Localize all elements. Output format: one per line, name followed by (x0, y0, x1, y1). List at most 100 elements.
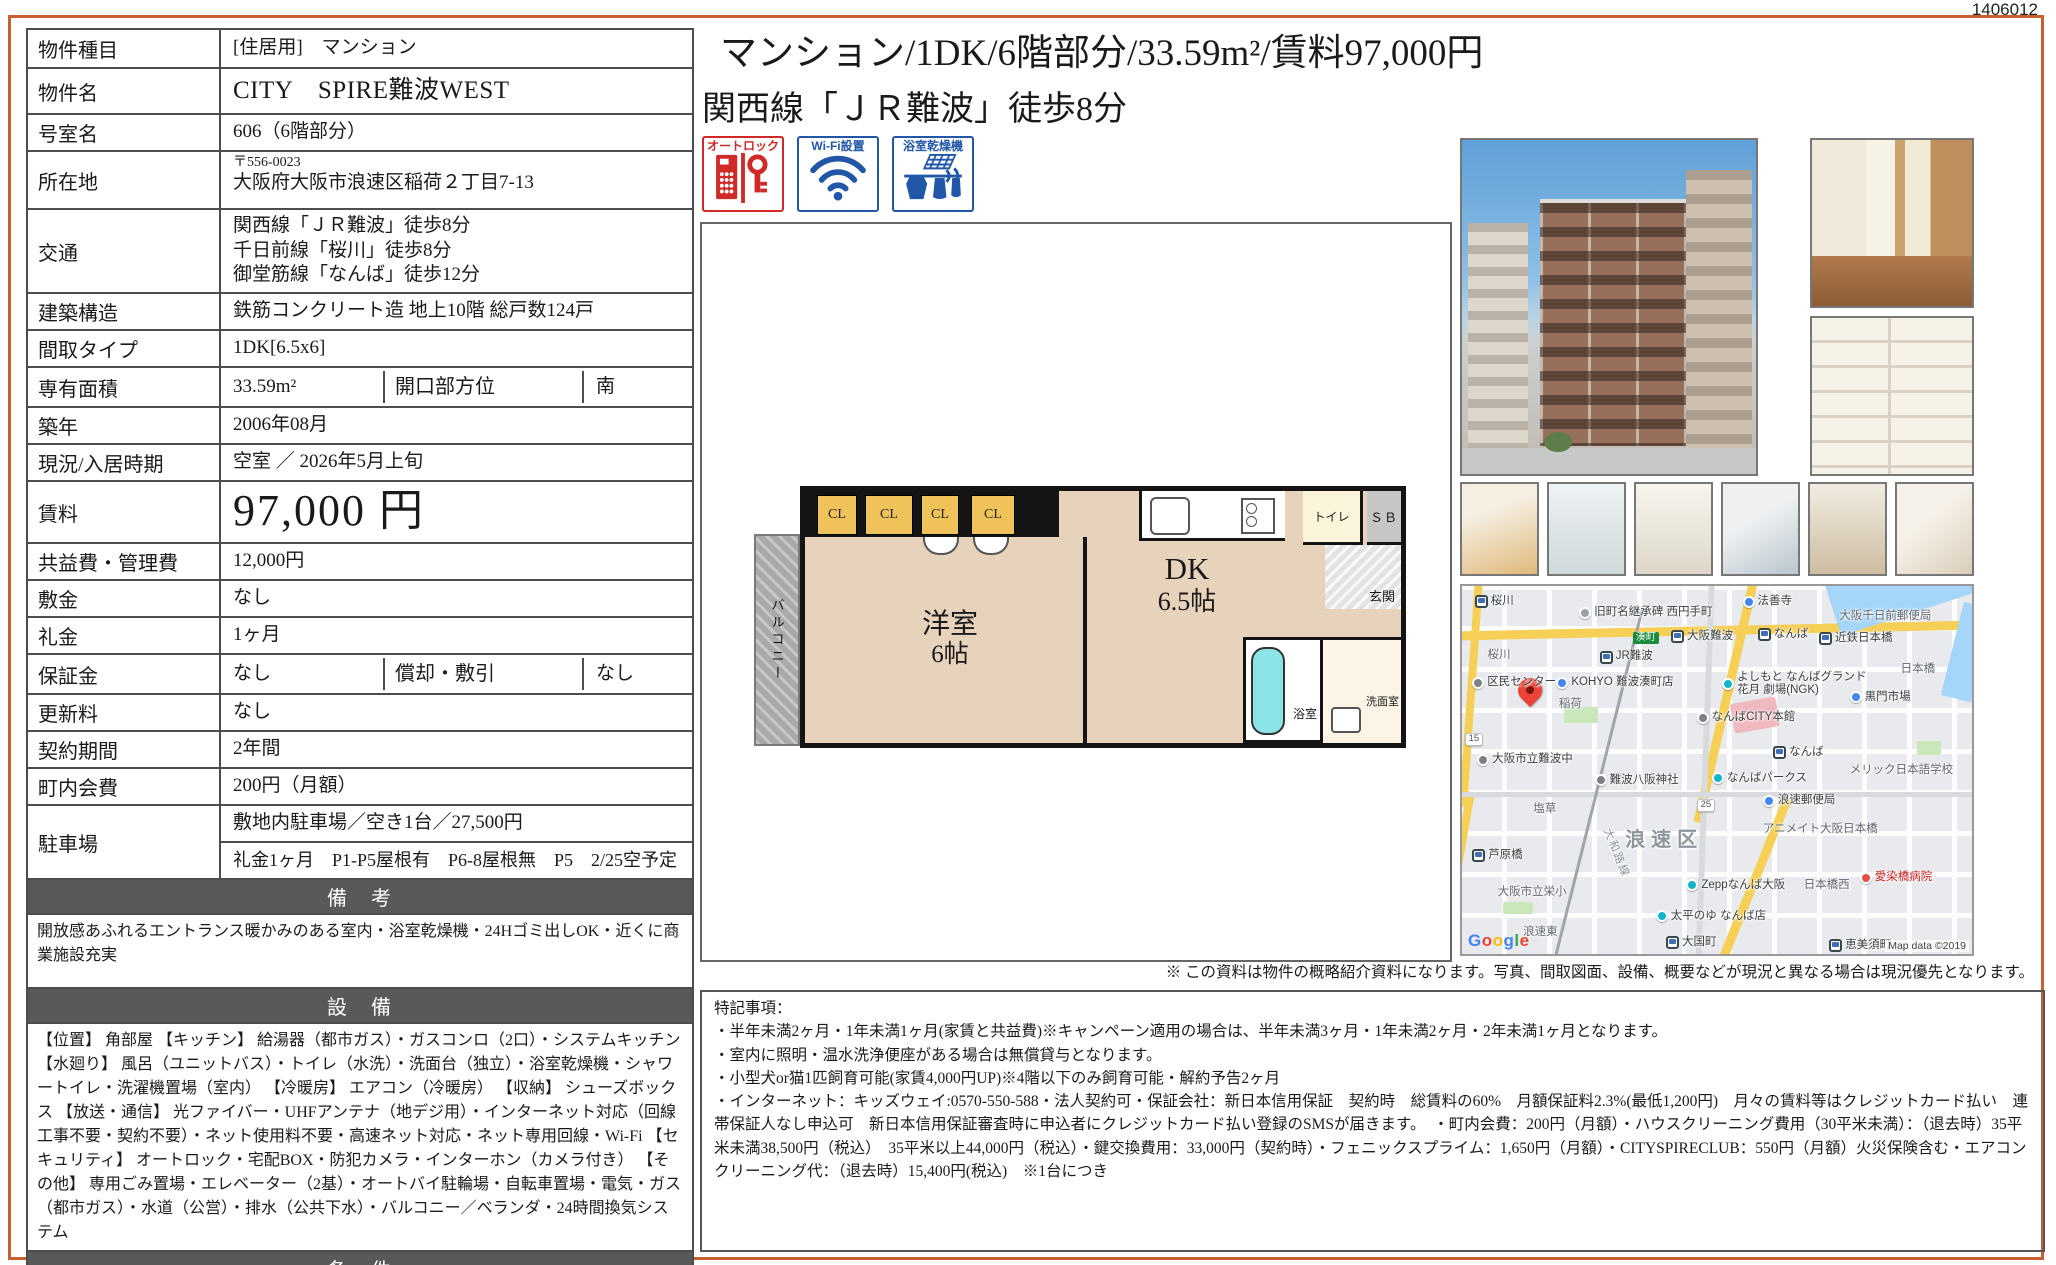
wash-basin (1331, 707, 1361, 733)
map-label-area: メリック日本語学校 (1850, 764, 1954, 777)
station-icon (1829, 939, 1842, 952)
spec-row-18: 駐車場敷地内駐車場／空き1台／27,500円礼金1ヶ月 P1-P5屋根有 P6-… (28, 806, 692, 880)
interior-photo-2 (1634, 482, 1713, 576)
map-label-st: 大国町 (1666, 936, 1717, 949)
washroom-label: 洗面室 (1366, 693, 1399, 709)
map-label-area: 稲荷 (1559, 698, 1582, 711)
room-divider-wall (1083, 537, 1087, 743)
spec-row-2: 号室名606（6階部分） (28, 115, 692, 152)
map-label-st: 近鉄日本橋 (1819, 632, 1893, 645)
spec-label: 敷金 (28, 581, 221, 616)
station-icon (1472, 849, 1485, 862)
map-label-st: 恵美須町 (1829, 939, 1891, 952)
map-road-minor (1462, 792, 1972, 797)
spec-value: 1DK[6.5x6] (221, 331, 692, 366)
poi-icon (1850, 691, 1862, 703)
wifi-feature-badge: Wi-Fi設置 (797, 136, 879, 212)
map-park (1503, 902, 1533, 914)
spec-row-13: 礼金1ヶ月 (28, 618, 692, 655)
spec-value: なし (221, 695, 692, 730)
poi-icon (1595, 774, 1607, 786)
neighbor-building-left (1468, 223, 1528, 448)
spec-label: 建築構造 (28, 294, 221, 329)
spec-value: 鉄筋コンクリート造 地上10階 総戸数124戸 (221, 294, 692, 329)
bathroom-dryer-icon (902, 153, 964, 206)
map-label-poi: 法善寺 (1743, 595, 1793, 608)
map-road (1460, 584, 1483, 807)
spec-label: 保証金 (28, 655, 221, 693)
spec-label: 共益費・管理費 (28, 544, 221, 579)
map-label-poi: Zeppなんば大阪 (1686, 879, 1785, 892)
spec-value: 200円（月額） (221, 769, 692, 804)
spec-sublabel: 償却・敷引 (383, 658, 584, 690)
headline: マンション/1DK/6階部分/33.59m²/賃料97,000円 関西線「ＪＲ難… (702, 22, 1472, 130)
map-label-st: なんば (1758, 628, 1809, 641)
poi-icon (1472, 677, 1484, 689)
floorplan-entrance: 玄関 (1325, 545, 1401, 609)
hospital-icon (1860, 872, 1872, 884)
western-room-size: 6帖 (931, 641, 969, 670)
floorplan-toilet: トイレ (1303, 491, 1363, 545)
spec-value: 12,000円 (221, 544, 692, 579)
spec-label: 町内会費 (28, 769, 221, 804)
spec-row-9: 現況/入居時期空室 ／ 2026年5月上旬 (28, 445, 692, 482)
spec-row-11: 共益費・管理費12,000円 (28, 544, 692, 581)
section-header-0: 備 考 (28, 880, 692, 915)
spec-label: 間取タイプ (28, 331, 221, 366)
wifi-icon (807, 153, 869, 206)
bathroom-dryer-feature-badge: 浴室乾燥機 (892, 136, 974, 212)
spec-value: なし償却・敷引なし (221, 655, 692, 693)
interior-photo-1 (1547, 482, 1626, 576)
street (1462, 448, 1756, 474)
shoe-closet-photo (1810, 316, 1974, 476)
map-label-shield: 25 (1697, 799, 1716, 812)
station-icon (1773, 746, 1786, 759)
headline-summary: マンション/1DK/6階部分/33.59m²/賃料97,000円 (702, 22, 1472, 76)
floorplan-kitchen (1139, 491, 1285, 541)
map-label-poi: 区民センター (1472, 676, 1556, 689)
floorplan-shoe-box: ＳＢ (1367, 491, 1401, 545)
floorplan-balcony: バルコニー (754, 534, 800, 746)
map-label-st: 芦原橋 (1472, 849, 1523, 862)
map-label-area: 塩草 (1533, 803, 1556, 816)
poi-icon (1743, 596, 1755, 608)
floorplan-box: バルコニー CLCLCLCL トイレ ＳＢ 玄関 洋室 6帖 (700, 222, 1452, 962)
spec-label: 賃料 (28, 482, 221, 542)
station-icon (1671, 630, 1684, 643)
autolock-icon (712, 153, 774, 208)
spec-rows: 物件種目[住居用] マンション物件名CITY SPIRE難波WEST号室名606… (28, 30, 692, 880)
spec-value: 97,000 円 (221, 482, 692, 542)
map-label-hosp: 愛染橋病院 (1860, 871, 1933, 884)
poi-icon (1556, 677, 1568, 689)
section-body-1: 【位置】 角部屋 【キッチン】 給湯器（都市ガス）・ガスコンロ（2口）・システム… (28, 1024, 692, 1252)
map-label-poi: なんばパークス (1712, 772, 1807, 785)
spec-value: 空室 ／ 2026年5月上旬 (221, 445, 692, 480)
hallway-floor (1812, 256, 1972, 306)
property-flyer-page: 1406012 物件種目[住居用] マンション物件名CITY SPIRE難波WE… (0, 0, 2056, 1265)
spec-label: 築年 (28, 408, 221, 443)
autolock-feature-badge: オートロック (702, 136, 784, 212)
map-label-area: 大阪千日前郵便局 (1839, 610, 1931, 623)
map-label-area: 大阪市立栄小 (1498, 886, 1567, 899)
feature-icon-row: オートロック (702, 136, 974, 212)
closet-cell: CL (865, 495, 913, 535)
map-disclaimer: ※ この資料は物件の概略紹介資料になります。写真、間取図面、設備、概要などが現況… (1166, 960, 2034, 982)
closet-cell: CL (921, 495, 959, 535)
spec-row-0: 物件種目[住居用] マンション (28, 30, 692, 69)
spec-label: 物件名 (28, 69, 221, 113)
dk-name: DK (1165, 551, 1210, 587)
spec-value: CITY SPIRE難波WEST (221, 69, 692, 113)
spec-value: 〒556-0023大阪府大阪市浪速区稲荷２丁目7-13 (221, 152, 692, 208)
spec-row-12: 敷金なし (28, 581, 692, 618)
location-map: 桜川旧町名継承碑 西円手町法善寺大阪千日前郵便局湊町大阪難波なんば近鉄日本橋JR… (1460, 584, 1974, 956)
station-icon (1819, 632, 1832, 645)
map-water (1940, 602, 1974, 702)
building-exterior-photo (1460, 138, 1758, 476)
spec-label: 現況/入居時期 (28, 445, 221, 480)
spec-value: 関西線「ＪＲ難波」徒歩8分 千日前線「桜川」徒歩8分 御堂筋線「なんば」徒歩12… (221, 210, 692, 292)
spec-row-15: 更新料なし (28, 695, 692, 732)
map-label-st: JR難波 (1600, 650, 1653, 663)
map-label-district: 浪速区 (1625, 829, 1703, 852)
map-label-st: 桜川 (1475, 595, 1514, 608)
spec-row-8: 築年2006年08月 (28, 408, 692, 445)
